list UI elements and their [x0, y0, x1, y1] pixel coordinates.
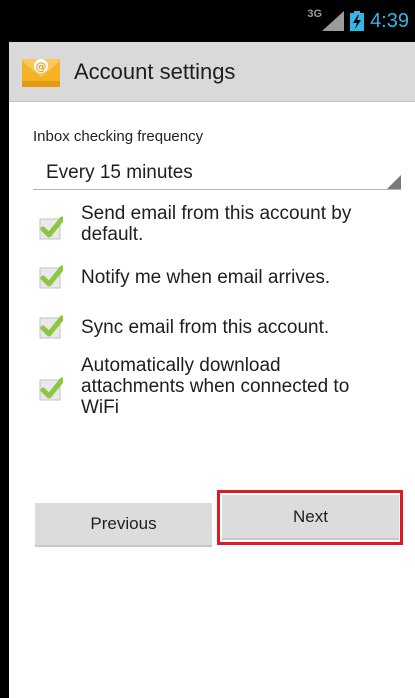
option-sync[interactable]: Sync email from this account. [39, 312, 399, 342]
email-app-icon[interactable]: @ [21, 55, 61, 89]
signal-icon [322, 11, 345, 31]
option-send-default[interactable]: Send email from this account by default. [39, 202, 399, 250]
svg-text:@: @ [36, 60, 47, 73]
option-auto-download[interactable]: Automatically download attachments when … [39, 355, 399, 427]
status-bar: 3G 4:39 [9, 0, 415, 42]
frequency-label: Inbox checking frequency [33, 128, 204, 145]
action-bar: @ Account settings [9, 42, 415, 102]
checkbox-checked-icon[interactable] [39, 377, 63, 401]
frequency-value: Every 15 minutes [46, 162, 193, 183]
dropdown-arrow-icon [387, 175, 401, 189]
option-label-line: attachments when connected to [81, 376, 350, 397]
battery-charging-icon [350, 11, 365, 31]
checkbox-checked-icon[interactable] [39, 265, 63, 289]
option-label-line: Automatically download [81, 355, 281, 376]
settings-content: Inbox checking frequency Every 15 minute… [9, 102, 415, 698]
frequency-spinner[interactable]: Every 15 minutes [33, 158, 401, 190]
option-notify[interactable]: Notify me when email arrives. [39, 262, 399, 292]
option-label-line: Sync email from this account. [81, 317, 330, 338]
next-button[interactable]: Next [222, 495, 399, 540]
option-label-line: default. [81, 224, 144, 245]
network-type: 3G [307, 8, 323, 20]
option-label-line: Notify me when email arrives. [81, 267, 331, 288]
checkbox-checked-icon[interactable] [39, 315, 63, 339]
previous-button[interactable]: Previous [35, 503, 212, 547]
option-label-line: Send email from this account by [81, 203, 352, 224]
screen-edge [0, 0, 9, 698]
option-label-line: WiFi [81, 397, 119, 418]
screen-title: Account settings [74, 58, 236, 84]
clock: 4:39 [370, 9, 409, 32]
checkbox-checked-icon[interactable] [39, 216, 63, 240]
